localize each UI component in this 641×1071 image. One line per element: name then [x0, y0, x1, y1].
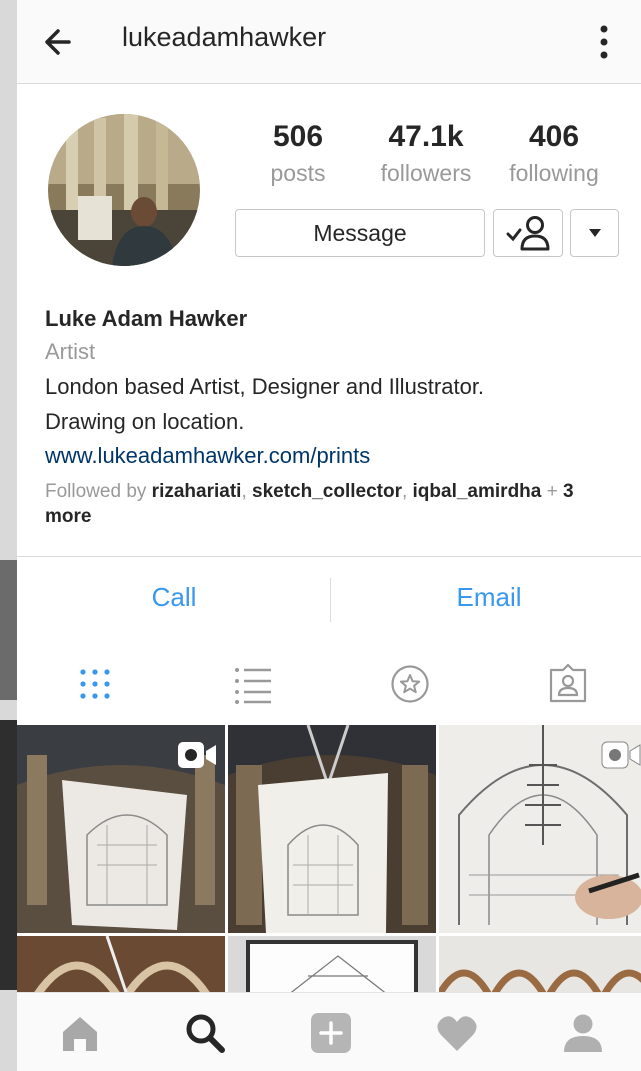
profile-icon[interactable]: [561, 1011, 605, 1055]
post-thumbnail[interactable]: [439, 936, 641, 995]
person-check-icon: [506, 216, 550, 251]
divider: [17, 556, 641, 557]
tagged-photos-icon[interactable]: [548, 664, 588, 704]
add-post-icon[interactable]: [309, 1011, 353, 1055]
follower-link[interactable]: rizahariati: [152, 481, 242, 502]
following-count: 406: [528, 120, 580, 153]
more-followers-count[interactable]: 3: [563, 481, 574, 502]
video-icon: [601, 741, 641, 769]
activity-heart-icon[interactable]: [435, 1011, 479, 1055]
following-label: following: [509, 160, 599, 186]
bio-line-2: Drawing on location.: [45, 409, 245, 434]
arrow-left-icon[interactable]: [39, 22, 79, 62]
video-icon: [178, 742, 216, 768]
saved-star-icon[interactable]: [390, 664, 430, 704]
more-vertical-icon[interactable]: [592, 20, 616, 64]
caret-down-icon: [588, 229, 601, 237]
follower-link[interactable]: iqbal_amirdha: [413, 481, 542, 502]
followers-label: followers: [380, 160, 472, 186]
category-label: Artist: [45, 339, 96, 364]
full-name: Luke Adam Hawker: [45, 306, 248, 331]
stat-followers[interactable]: 47.1k followers: [366, 120, 486, 187]
call-button[interactable]: Call: [24, 582, 324, 613]
posts-label: posts: [270, 160, 326, 186]
profile-avatar[interactable]: [48, 114, 200, 266]
stat-posts[interactable]: 506 posts: [238, 120, 358, 187]
profile-username: lukeadamhawker: [122, 22, 327, 52]
followers-count: 47.1k: [388, 120, 464, 153]
email-button[interactable]: Email: [339, 582, 639, 613]
message-button[interactable]: Message: [235, 209, 485, 257]
bio-line-1: London based Artist, Designer and Illust…: [45, 374, 485, 399]
profile-bio: Luke Adam Hawker Artist London based Art…: [45, 303, 625, 473]
suggestions-dropdown-button[interactable]: [570, 209, 619, 257]
post-thumbnail[interactable]: [439, 725, 641, 933]
list-view-icon[interactable]: [233, 664, 273, 704]
more-followers-label[interactable]: more: [45, 506, 91, 527]
stat-following[interactable]: 406 following: [494, 120, 614, 187]
bottom-navigation: [17, 992, 641, 1071]
divider: [330, 578, 331, 622]
following-button[interactable]: [493, 209, 563, 257]
profile-screen: lukeadamhawker 506 posts 47.1k followers…: [17, 0, 641, 1071]
post-thumbnail[interactable]: [17, 936, 225, 995]
posts-count: 506: [272, 120, 324, 153]
followed-by-text[interactable]: Followed by rizahariati, sketch_collecto…: [45, 479, 615, 529]
followed-by-prefix: Followed by: [45, 481, 152, 502]
posts-grid: [17, 725, 641, 995]
grid-view-icon[interactable]: [75, 664, 115, 704]
top-bar: lukeadamhawker: [17, 0, 641, 84]
home-icon[interactable]: [58, 1011, 102, 1055]
search-icon[interactable]: [183, 1011, 227, 1055]
post-thumbnail[interactable]: [17, 725, 225, 933]
post-thumbnail[interactable]: [228, 725, 436, 933]
follower-link[interactable]: sketch_collector: [252, 481, 402, 502]
website-link[interactable]: www.lukeadamhawker.com/prints: [45, 439, 625, 473]
background-strip: [0, 0, 17, 1071]
post-thumbnail[interactable]: [228, 936, 436, 995]
